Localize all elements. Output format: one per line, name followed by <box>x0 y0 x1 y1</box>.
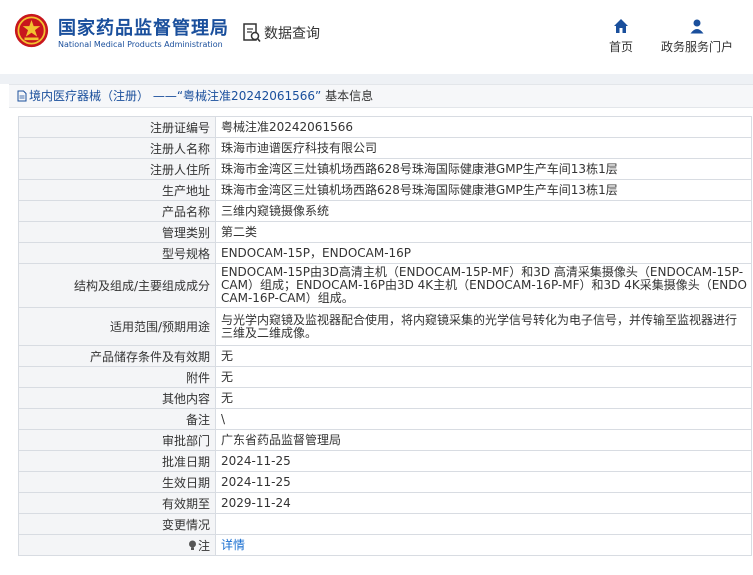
detail-row: 附件无 <box>18 366 752 388</box>
detail-table: 注册证编号 粤械注准20242061566 注册人名称 珠海市迪谱医疗科技有限公司 … <box>18 116 752 556</box>
detail-row: 生产地址 珠海市金湾区三灶镇机场西路628号珠海国际健康港GMP生产车间13栋1层 <box>18 179 752 201</box>
breadcrumb-suffix: 基本信息 <box>325 89 374 103</box>
field-label: 产品储存条件及有效期 <box>18 345 216 367</box>
field-value <box>215 513 752 535</box>
detail-row: 管理类别 第二类 <box>18 221 752 243</box>
breadcrumb-record: “粤械注准20242061566” <box>176 89 322 103</box>
field-value: 无 <box>215 345 752 367</box>
document-icon <box>17 90 27 102</box>
nav-service-label: 政务服务门户 <box>660 40 733 54</box>
field-value: \ <box>215 408 752 430</box>
detail-row: 产品储存条件及有效期无 <box>18 345 752 367</box>
detail-row: 其他内容无 <box>18 387 752 409</box>
field-value: 无 <box>215 366 752 388</box>
lightbulb-icon <box>188 540 196 550</box>
field-value: 无 <box>215 387 752 409</box>
field-value: 珠海市金湾区三灶镇机场西路628号珠海国际健康港GMP生产车间13栋1层 <box>215 158 752 180</box>
home-icon <box>614 19 628 33</box>
detail-row: 注册证编号 粤械注准20242061566 <box>18 116 752 138</box>
field-label: 管理类别 <box>18 221 216 243</box>
field-value: 珠海市金湾区三灶镇机场西路628号珠海国际健康港GMP生产车间13栋1层 <box>215 179 752 201</box>
detail-row: 注册人住所 珠海市金湾区三灶镇机场西路628号珠海国际健康港GMP生产车间13栋1… <box>18 158 752 180</box>
detail-row: 型号规格 ENDOCAM-15P，ENDOCAM-16P <box>18 242 752 264</box>
data-query-title: 数据查询 <box>264 26 320 42</box>
field-label: 产品名称 <box>18 200 216 222</box>
data-query-icon <box>243 23 261 43</box>
field-label: 注册证编号 <box>18 116 216 138</box>
field-value: 第二类 <box>215 221 752 243</box>
field-value: ENDOCAM-15P，ENDOCAM-16P <box>215 242 752 264</box>
field-value: 三维内窥镜摄像系统 <box>215 200 752 222</box>
details-link[interactable]: 详情 <box>221 538 245 552</box>
nav-home-label: 首页 <box>608 40 633 54</box>
header-divider <box>0 74 753 84</box>
detail-row: 适用范围/预期用途 与光学内窥镜及监视器配合使用，将内窥镜采集的光学信号转化为电子… <box>18 307 752 346</box>
field-value: 2024-11-25 <box>215 450 752 472</box>
detail-row: 变更情况 <box>18 513 752 535</box>
field-label: 注 <box>18 534 216 556</box>
field-value: 与光学内窥镜及监视器配合使用，将内窥镜采集的光学信号转化为电子信号，并传输至监视… <box>215 307 752 346</box>
nav-home[interactable]: 首页 <box>604 18 638 55</box>
detail-row: 生效日期 2024-11-25 <box>18 471 752 493</box>
field-label: 备注 <box>18 408 216 430</box>
field-label: 审批部门 <box>18 429 216 451</box>
note-label: 注 <box>197 538 210 553</box>
field-label: 生效日期 <box>18 471 216 493</box>
detail-row: 注册人名称 珠海市迪谱医疗科技有限公司 <box>18 137 752 159</box>
field-label: 有效期至 <box>18 492 216 514</box>
field-label: 附件 <box>18 366 216 388</box>
field-label: 其他内容 <box>18 387 216 409</box>
field-label: 结构及组成/主要组成成分 <box>18 263 216 308</box>
field-value: 粤械注准20242061566 <box>215 116 752 138</box>
site-title-cn: 国家药品监督管理局 <box>58 18 229 39</box>
user-icon <box>690 19 704 34</box>
site-header: 国家药品监督管理局 National Medical Products Admi… <box>0 0 753 74</box>
field-label: 批准日期 <box>18 450 216 472</box>
detail-row: 审批部门 广东省药品监督管理局 <box>18 429 752 451</box>
field-label: 生产地址 <box>18 179 216 201</box>
detail-row: 有效期至 2029-11-24 <box>18 492 752 514</box>
breadcrumb: 境内医疗器械（注册） ——“粤械注准20242061566” 基本信息 <box>9 84 753 108</box>
site-title-en: National Medical Products Administration <box>58 40 223 49</box>
detail-row: 备注 \ <box>18 408 752 430</box>
field-label: 注册人名称 <box>18 137 216 159</box>
breadcrumb-category[interactable]: 境内医疗器械（注册） <box>29 89 149 103</box>
nav-service-portal[interactable]: 政务服务门户 <box>654 18 740 55</box>
detail-row: 产品名称 三维内窥镜摄像系统 <box>18 200 752 222</box>
breadcrumb-separator: —— <box>152 89 177 103</box>
detail-row: 结构及组成/主要组成成分 ENDOCAM-15P由3D高清主机（ENDOCAM-1… <box>18 263 752 308</box>
field-value: 珠海市迪谱医疗科技有限公司 <box>215 137 752 159</box>
field-label: 变更情况 <box>18 513 216 535</box>
emblem-logo <box>14 13 49 48</box>
field-label: 注册人住所 <box>18 158 216 180</box>
field-label: 适用范围/预期用途 <box>18 307 216 346</box>
field-value: 2024-11-25 <box>215 471 752 493</box>
field-label: 型号规格 <box>18 242 216 264</box>
detail-row: 注 详情 <box>18 534 752 556</box>
field-value: 详情 <box>215 534 752 556</box>
field-value: 2029-11-24 <box>215 492 752 514</box>
field-value: ENDOCAM-15P由3D高清主机（ENDOCAM-15P-MF）和3D 高清… <box>215 263 752 308</box>
detail-row: 批准日期 2024-11-25 <box>18 450 752 472</box>
field-value: 广东省药品监督管理局 <box>215 429 752 451</box>
